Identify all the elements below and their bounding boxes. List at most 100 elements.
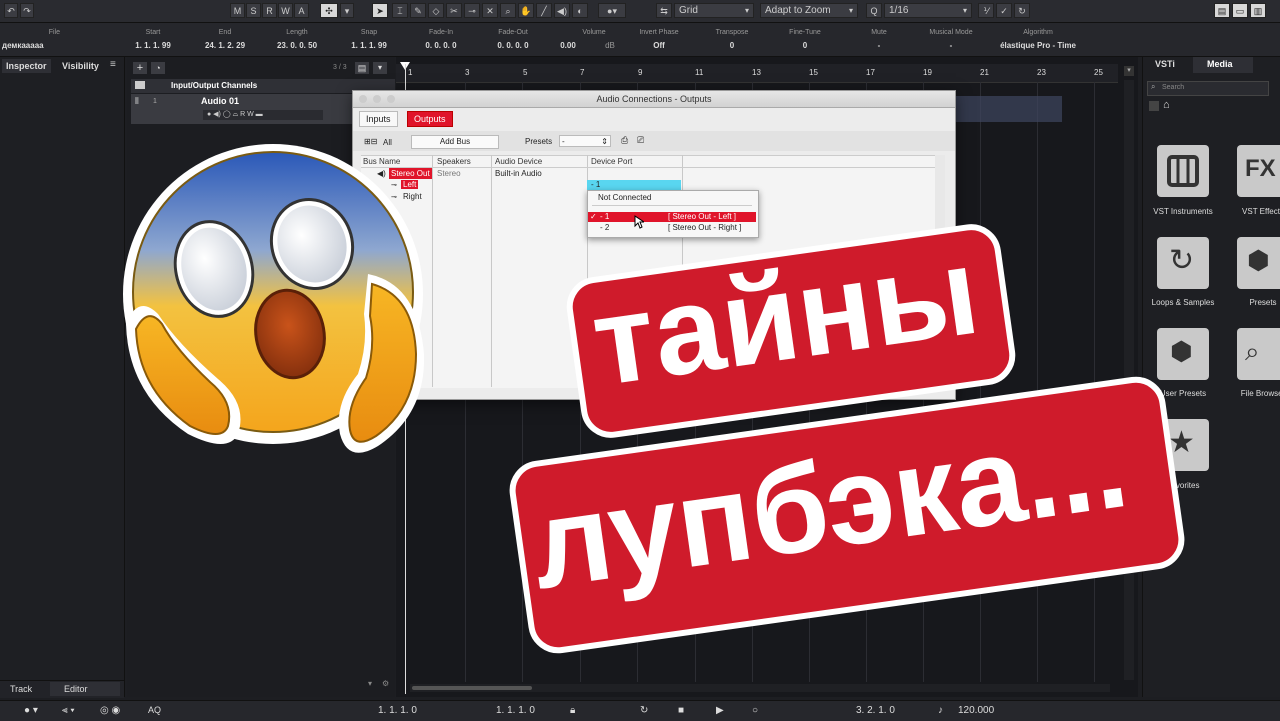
mute-tool-icon[interactable]: ✕: [482, 3, 498, 18]
color-tool-icon[interactable]: ◐: [572, 3, 588, 18]
info-snap[interactable]: Snap 1. 1. 1. 99: [334, 23, 404, 56]
list-view-icon[interactable]: ▤: [355, 62, 369, 74]
window-close-icon[interactable]: [359, 95, 367, 103]
presets-select[interactable]: - ⇕: [559, 135, 611, 147]
snap-mode-icon[interactable]: ●▾: [598, 3, 626, 18]
left-locator[interactable]: 1. 1. 1. 0: [378, 705, 417, 716]
audio-event[interactable]: [954, 96, 1062, 122]
layout-right-icon[interactable]: ▥: [1250, 3, 1266, 18]
pointer-tool-icon[interactable]: ➤: [372, 3, 388, 18]
back-icon[interactable]: [1149, 101, 1159, 111]
eraser-tool-icon[interactable]: ◇: [428, 3, 444, 18]
file-browser-tile[interactable]: ⌕: [1237, 328, 1280, 380]
quantize-select[interactable]: 1/16 ▾: [884, 3, 972, 18]
home-icon[interactable]: ⌂: [1163, 99, 1170, 111]
grid-zoom-select[interactable]: Adapt to Zoom ▾: [760, 3, 858, 18]
horizontal-scrollbar[interactable]: [410, 684, 1110, 692]
swing-icon[interactable]: ✓: [996, 3, 1012, 18]
line-tool-icon[interactable]: ╱: [536, 3, 552, 18]
chevron-down-icon[interactable]: ▾: [373, 62, 387, 74]
cycle-icon[interactable]: ↻: [640, 705, 648, 716]
tab-media[interactable]: Media: [1207, 59, 1233, 69]
info-start[interactable]: Start 1. 1. 1. 99: [118, 23, 188, 56]
search-input[interactable]: ⌕ Search: [1147, 81, 1269, 96]
redo-icon[interactable]: ↷: [20, 3, 34, 18]
play-tool-icon[interactable]: ◀): [554, 3, 570, 18]
undo-icon[interactable]: ↶: [4, 3, 18, 18]
track-controls-icon[interactable]: ● ◀) ◯ ⌓ R W ▬: [207, 110, 263, 119]
aq-label[interactable]: AQ: [148, 705, 161, 715]
hand-tool-icon[interactable]: ✋: [518, 3, 534, 18]
stop-icon[interactable]: ■: [678, 705, 684, 716]
table-row[interactable]: ◀) Stereo Out Stereo Built-in Audio: [361, 168, 935, 180]
ruler-menu-icon[interactable]: ▾: [1124, 66, 1134, 76]
read-mode-button[interactable]: R: [262, 3, 277, 18]
delete-preset-icon[interactable]: ⎚: [637, 135, 644, 146]
window-minimize-icon[interactable]: [373, 95, 381, 103]
track-name[interactable]: Audio 01: [201, 96, 239, 106]
snap-toggle-icon[interactable]: ⇆: [656, 3, 672, 18]
column-device-port[interactable]: Device Port: [591, 157, 632, 166]
tempo-display[interactable]: 120.000: [958, 705, 994, 716]
automation-mode-button[interactable]: A: [294, 3, 309, 18]
tab-vsti[interactable]: VSTi: [1155, 59, 1175, 69]
zoom-tool-icon[interactable]: ⌕: [500, 3, 516, 18]
menu-item-port-2[interactable]: - 2 [ Stereo Out - Right ]: [588, 223, 756, 233]
right-locator[interactable]: 1. 1. 1. 0: [496, 705, 535, 716]
menu-icon[interactable]: ≡: [110, 59, 116, 70]
tab-outputs[interactable]: Outputs: [407, 111, 453, 127]
audio-device-cell[interactable]: Built-in Audio: [495, 169, 542, 178]
info-fine-tune[interactable]: Fine-Tune 0: [772, 23, 838, 56]
lock-icon[interactable]: 🔒︎: [570, 705, 575, 716]
record-icon[interactable]: ○: [752, 705, 758, 716]
vst-instruments-tile[interactable]: [1157, 145, 1209, 197]
info-musical-mode[interactable]: Musical Mode -: [918, 23, 984, 56]
solo-mode-button[interactable]: S: [246, 3, 261, 18]
grid-type-select[interactable]: Grid ▾: [674, 3, 754, 18]
layout-left-icon[interactable]: ▤: [1214, 3, 1230, 18]
range-tool-icon[interactable]: ⌶: [392, 3, 408, 18]
pencil-tool-icon[interactable]: ✎: [410, 3, 426, 18]
info-fade-in[interactable]: Fade-In 0. 0. 0. 0: [406, 23, 476, 56]
tab-inputs[interactable]: Inputs: [359, 111, 398, 127]
info-length[interactable]: Length 23. 0. 0. 50: [262, 23, 332, 56]
presets-tile[interactable]: ⬢: [1237, 237, 1280, 289]
save-preset-icon[interactable]: ⎙: [621, 135, 628, 146]
info-volume[interactable]: Volume 0.00: [548, 23, 605, 56]
tab-editor[interactable]: Editor: [64, 684, 88, 694]
chevron-down-icon[interactable]: ▾: [368, 679, 372, 688]
tab-inspector[interactable]: Inspector: [2, 59, 51, 73]
play-icon[interactable]: ▶: [716, 705, 724, 716]
record-mode-icon[interactable]: ● ▾: [24, 705, 38, 716]
device-port-select[interactable]: - 1: [587, 180, 681, 190]
glue-tool-icon[interactable]: ⊸: [464, 3, 480, 18]
info-transpose[interactable]: Transpose 0: [700, 23, 764, 56]
punch-icon[interactable]: ⫷ ▾: [62, 705, 75, 716]
info-algorithm[interactable]: Algorithm élastique Pro - Time: [986, 23, 1090, 56]
reset-quantize-icon[interactable]: ↻: [1014, 3, 1030, 18]
column-speakers[interactable]: Speakers: [437, 157, 471, 166]
layout-bottom-icon[interactable]: ▭: [1232, 3, 1248, 18]
add-track-icon[interactable]: +: [133, 62, 147, 74]
write-mode-button[interactable]: W: [278, 3, 293, 18]
info-fade-out[interactable]: Fade-Out 0. 0. 0. 0: [478, 23, 548, 56]
menu-item-not-connected[interactable]: Not Connected: [598, 193, 651, 202]
info-mute[interactable]: Mute -: [846, 23, 912, 56]
chevron-down-icon[interactable]: ▾: [340, 3, 354, 18]
scroll-thumb[interactable]: [412, 686, 532, 690]
menu-item-port-1[interactable]: ✓ - 1 [ Stereo Out - Left ]: [588, 212, 756, 222]
loop-options-icon[interactable]: ◎ ◉: [100, 705, 120, 716]
window-zoom-icon[interactable]: [387, 95, 395, 103]
tab-visibility[interactable]: Visibility: [58, 59, 103, 73]
position-display[interactable]: 3. 2. 1. 0: [856, 705, 895, 716]
info-invert-phase[interactable]: Invert Phase Off: [626, 23, 692, 56]
split-tool-icon[interactable]: ✂: [446, 3, 462, 18]
loops-samples-tile[interactable]: ↻: [1157, 237, 1209, 289]
autoscroll-icon[interactable]: ✣: [320, 3, 338, 18]
column-audio-device[interactable]: Audio Device: [495, 157, 542, 166]
gear-icon[interactable]: ⚙: [382, 679, 389, 688]
add-track-preset-icon[interactable]: ◔: [151, 62, 165, 74]
quantize-icon[interactable]: Q: [866, 3, 882, 18]
user-presets-tile[interactable]: ⬢: [1157, 328, 1209, 380]
tab-track[interactable]: Track: [10, 684, 32, 694]
